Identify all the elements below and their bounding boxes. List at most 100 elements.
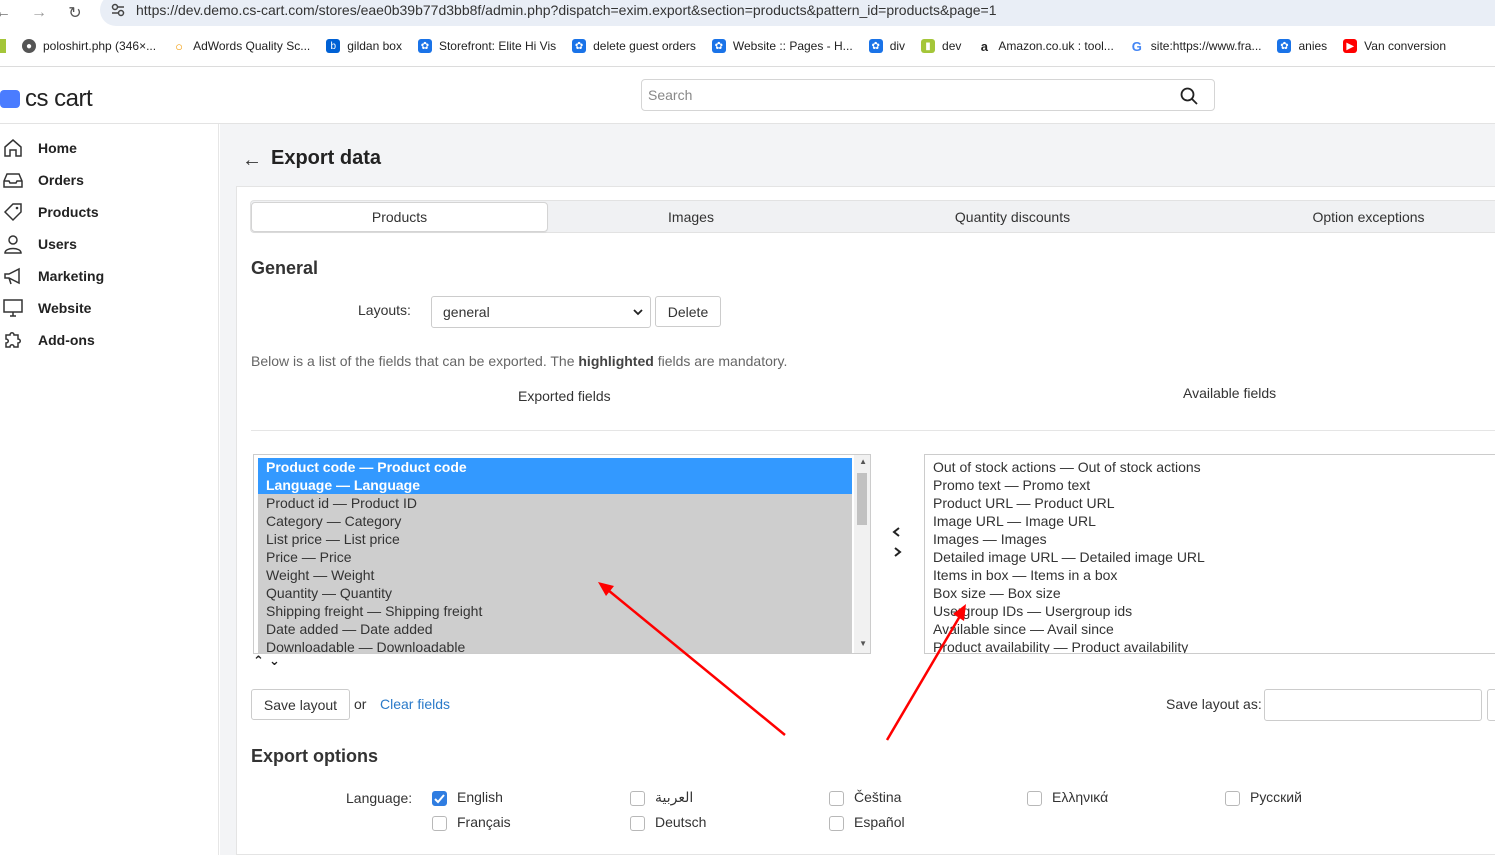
- tab-products[interactable]: Products: [251, 202, 548, 232]
- tab-option-exceptions[interactable]: Option exceptions: [1191, 201, 1495, 232]
- bookmark-item[interactable]: a Amazon.co.uk : tool...: [977, 39, 1114, 54]
- scroll-down-icon[interactable]: ▼: [859, 639, 867, 648]
- or-text: or: [354, 696, 367, 712]
- exported-fields-list[interactable]: Product code — Product code Language — La…: [253, 454, 871, 654]
- list-item[interactable]: Category — Category: [258, 512, 852, 530]
- language-option-label[interactable]: Ελληνικά: [1052, 789, 1108, 805]
- scroll-up-icon[interactable]: ▲: [859, 457, 867, 466]
- search-input[interactable]: [642, 80, 1162, 110]
- list-item[interactable]: Image URL — Image URL: [925, 512, 1495, 530]
- sidebar-item-home[interactable]: Home: [0, 134, 219, 162]
- list-item[interactable]: Downloadable — Downloadable: [258, 638, 852, 653]
- site-settings-icon[interactable]: [110, 2, 126, 18]
- language-checkbox[interactable]: [432, 816, 447, 831]
- sidebar-item-add-ons[interactable]: Add-ons: [0, 326, 219, 354]
- bookmark-folder-icon[interactable]: [0, 39, 6, 53]
- bookmark-label: Amazon.co.uk : tool...: [998, 39, 1114, 53]
- list-item[interactable]: Usergroup IDs — Usergroup ids: [925, 602, 1495, 620]
- list-item[interactable]: Product id — Product ID: [258, 494, 852, 512]
- clear-fields-link[interactable]: Clear fields: [380, 696, 450, 712]
- list-item[interactable]: Items in box — Items in a box: [925, 566, 1495, 584]
- sidebar-item-marketing[interactable]: Marketing: [0, 262, 219, 290]
- circle-icon: ○: [175, 38, 183, 54]
- layout-select[interactable]: general: [431, 296, 651, 328]
- move-left-icon[interactable]: [891, 526, 903, 538]
- logo-text: cs cart: [25, 85, 93, 112]
- available-fields-list[interactable]: Out of stock actions — Out of stock acti…: [924, 454, 1495, 654]
- list-item[interactable]: Promo text — Promo text: [925, 476, 1495, 494]
- language-option-label[interactable]: English: [457, 789, 503, 805]
- list-item[interactable]: Product URL — Product URL: [925, 494, 1495, 512]
- forward-nav-icon[interactable]: →: [28, 2, 50, 24]
- search-box[interactable]: [641, 79, 1215, 111]
- bookmark-item[interactable]: b gildan box: [326, 39, 402, 53]
- bookmarks-bar: ● poloshirt.php (346×... ○ AdWords Quality …: [0, 34, 1495, 58]
- language-option-label[interactable]: Русский: [1250, 789, 1302, 805]
- list-item[interactable]: Date added — Date added: [258, 620, 852, 638]
- language-checkbox[interactable]: [1027, 791, 1042, 806]
- language-checkbox[interactable]: [630, 816, 645, 831]
- bookmark-item[interactable]: ▮ dev: [921, 39, 961, 53]
- bookmark-item[interactable]: ✿ delete guest orders: [572, 39, 696, 53]
- bookmark-item[interactable]: Gsite:https://www.fra...: [1130, 39, 1262, 54]
- language-label: Language:: [346, 790, 413, 806]
- back-nav-icon[interactable]: ←: [0, 2, 14, 24]
- list-item[interactable]: Available since — Avail since: [925, 620, 1495, 638]
- list-item[interactable]: Product code — Product code: [258, 458, 852, 476]
- address-bar[interactable]: https://dev.demo.cs-cart.com/stores/eae0…: [100, 0, 1495, 26]
- bookmark-label: dev: [942, 39, 962, 53]
- bookmark-item[interactable]: ▶ Van conversion: [1343, 39, 1446, 53]
- bookmark-item[interactable]: ✿ anies: [1277, 39, 1327, 53]
- move-down-icon[interactable]: ⌄: [269, 653, 280, 669]
- bookmark-item[interactable]: ✿ Website :: Pages - H...: [711, 39, 853, 53]
- delete-layout-button[interactable]: Delete: [655, 296, 721, 327]
- reload-icon[interactable]: ↻: [64, 2, 86, 24]
- list-item[interactable]: Price — Price: [258, 548, 852, 566]
- list-item[interactable]: Quantity — Quantity: [258, 584, 852, 602]
- bookmark-item[interactable]: ✿ Storefront: Elite Hi Vis: [417, 39, 556, 53]
- language-checkbox[interactable]: [432, 791, 447, 806]
- language-option-label[interactable]: Español: [854, 814, 905, 830]
- save-layout-as-label: Save layout as:: [1166, 696, 1262, 712]
- bookmark-item[interactable]: ● poloshirt.php (346×...: [22, 39, 156, 53]
- list-item[interactable]: Weight — Weight: [258, 566, 852, 584]
- sidebar-item-products[interactable]: Products: [0, 198, 219, 226]
- list-item[interactable]: Language — Language: [258, 476, 852, 494]
- logo[interactable]: cs cart: [0, 85, 93, 113]
- sidebar-item-website[interactable]: Website: [0, 294, 219, 322]
- list-item[interactable]: Detailed image URL — Detailed image URL: [925, 548, 1495, 566]
- back-arrow-icon[interactable]: ←: [242, 149, 262, 172]
- bookmark-item[interactable]: ○ AdWords Quality Sc...: [172, 38, 310, 54]
- language-checkbox[interactable]: [630, 791, 645, 806]
- language-option-label[interactable]: العربية: [655, 789, 693, 806]
- language-option-label[interactable]: Čeština: [854, 789, 901, 805]
- list-item[interactable]: Box size — Box size: [925, 584, 1495, 602]
- language-option-label[interactable]: Français: [457, 814, 511, 830]
- list-item[interactable]: Out of stock actions — Out of stock acti…: [925, 458, 1495, 476]
- list-item[interactable]: Images — Images: [925, 530, 1495, 548]
- language-checkbox[interactable]: [1225, 791, 1240, 806]
- scroll-thumb[interactable]: [857, 473, 867, 525]
- tab-quantity-discounts[interactable]: Quantity discounts: [834, 201, 1191, 232]
- language-checkbox[interactable]: [829, 791, 844, 806]
- move-up-icon[interactable]: ⌃: [253, 653, 264, 669]
- search-icon[interactable]: [1180, 87, 1198, 105]
- save-layout-as-input[interactable]: [1264, 689, 1482, 721]
- tab-images[interactable]: Images: [548, 201, 834, 232]
- sidebar-item-orders[interactable]: Orders: [0, 166, 219, 194]
- monitor-icon: [2, 297, 24, 319]
- list-item[interactable]: Product availability — Product availabil…: [925, 638, 1495, 653]
- sidebar-item-label: Marketing: [38, 268, 105, 284]
- list-item[interactable]: Shipping freight — Shipping freight: [258, 602, 852, 620]
- sidebar-item-label: Orders: [38, 172, 84, 188]
- list-item[interactable]: List price — List price: [258, 530, 852, 548]
- sidebar-item-users[interactable]: Users: [0, 230, 219, 258]
- inbox-icon: [2, 169, 24, 191]
- language-checkbox[interactable]: [829, 816, 844, 831]
- bookmark-item[interactable]: ✿ div: [868, 39, 905, 53]
- save-layout-as-button[interactable]: [1487, 689, 1495, 721]
- language-option-label[interactable]: Deutsch: [655, 814, 706, 830]
- scrollbar[interactable]: ▲ ▼: [854, 455, 870, 653]
- move-right-icon[interactable]: [891, 546, 903, 558]
- save-layout-button[interactable]: Save layout: [251, 689, 350, 720]
